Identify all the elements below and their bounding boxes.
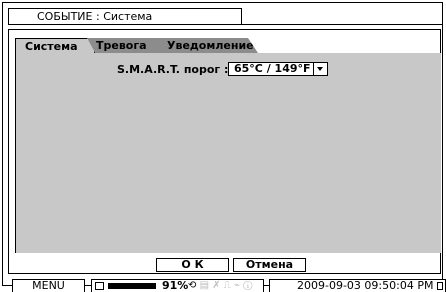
smart-threshold-select[interactable]: 65°C / 149°F xyxy=(228,62,328,76)
status-icons: ⟲ ▤ ✗ ⎍ ⌁ ⓘ xyxy=(188,280,253,292)
dropdown-arrow-icon[interactable] xyxy=(313,63,327,75)
tab-alarm[interactable]: Тревога xyxy=(87,38,171,53)
hdd-icon xyxy=(95,282,104,290)
tab-notification[interactable]: Уведомление xyxy=(158,38,258,53)
menu-button[interactable]: MENU xyxy=(12,279,85,292)
cancel-button[interactable]: Отмена xyxy=(233,258,306,272)
hdd-usage-percent: 91% xyxy=(162,279,189,292)
window-title: СОБЫТИЕ : Система xyxy=(8,8,242,25)
clock-text: 2009-09-03 09:50:04 PM xyxy=(297,279,434,292)
inactive-status-icons: ▤ ✗ ⎍ ⌁ ⓘ xyxy=(199,280,253,291)
smart-threshold-label: S.M.A.R.T. порог : xyxy=(117,63,229,76)
clock: 2009-09-03 09:50:04 PM xyxy=(269,279,446,292)
smart-threshold-value: 65°C / 149°F xyxy=(234,62,311,75)
title-divider xyxy=(242,24,443,25)
hdd-usage-bar xyxy=(108,283,156,289)
status-info: 91% ⟲ ▤ ✗ ⎍ ⌁ ⓘ xyxy=(91,279,264,292)
tab-system[interactable]: Система xyxy=(15,38,95,53)
status-bar: MENU 91% ⟲ ▤ ✗ ⎍ ⌁ ⓘ 2009-09-03 09:50:04… xyxy=(0,279,446,292)
ok-button[interactable]: О К xyxy=(156,258,229,272)
calendar-icon xyxy=(437,282,443,290)
tab-content xyxy=(15,53,441,253)
loop-icon: ⟲ xyxy=(188,280,197,291)
